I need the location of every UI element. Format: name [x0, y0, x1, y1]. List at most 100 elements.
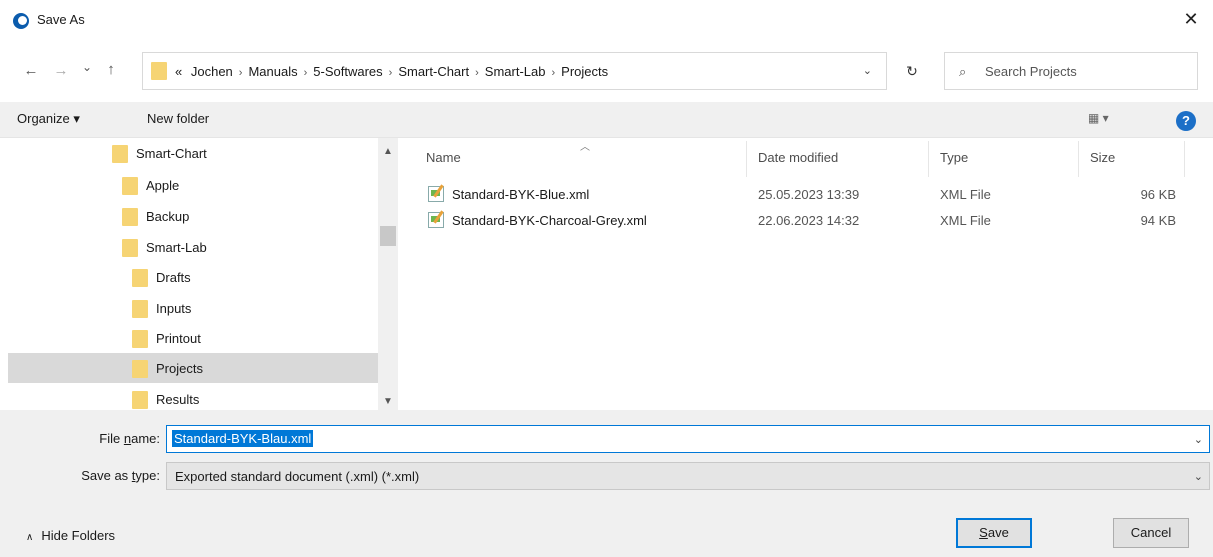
folder-icon [122, 177, 138, 195]
cancel-button[interactable]: Cancel [1113, 518, 1189, 548]
breadcrumb-item[interactable]: Manuals [248, 64, 297, 79]
save-button[interactable]: Save [956, 518, 1032, 548]
tree-item-smart-lab[interactable]: Smart-Lab [8, 232, 378, 262]
breadcrumb-item[interactable]: Jochen [191, 64, 233, 79]
view-options-icon[interactable]: ▦ ▾ [1088, 111, 1109, 125]
file-type: XML File [940, 187, 991, 202]
xml-file-icon [428, 186, 444, 202]
tree-item-drafts[interactable]: Drafts [8, 262, 378, 292]
save-type-label: Save as type: [81, 468, 160, 483]
forward-icon[interactable]: → [52, 62, 70, 79]
file-name-value: Standard-BYK-Blau.xml [172, 430, 314, 447]
refresh-icon[interactable]: ↻ [893, 52, 931, 90]
help-icon[interactable]: ? [1176, 111, 1196, 131]
file-name: Standard-BYK-Charcoal-Grey.xml [452, 213, 647, 228]
toolbar: Organize ▾ New folder ▦ ▾ ? [0, 102, 1213, 138]
column-divider[interactable] [928, 141, 929, 177]
tree-item-label: Backup [146, 209, 190, 224]
chevron-right-icon: › [303, 67, 308, 79]
new-folder-button[interactable]: New folder [147, 111, 209, 126]
chevron-right-icon: › [238, 67, 243, 79]
folder-tree: Smart-Chart Apple Backup Smart-Lab Draft… [8, 138, 378, 410]
tree-item-label: Apple [146, 178, 180, 193]
breadcrumb-item[interactable]: 5-Softwares [313, 64, 382, 79]
breadcrumb-item[interactable]: Projects [561, 64, 608, 79]
chevron-down-icon[interactable]: ⌄ [863, 64, 872, 77]
chevron-right-icon: › [475, 67, 479, 79]
scroll-up-icon[interactable]: ▲ [383, 146, 393, 157]
search-placeholder: Search Projects [985, 64, 1077, 79]
scroll-thumb[interactable] [380, 226, 396, 246]
save-panel: File name: Standard-BYK-Blau.xml ⌄ Save … [0, 410, 1213, 557]
file-row[interactable]: Standard-BYK-Charcoal-Grey.xml 22.06.202… [398, 208, 1213, 232]
chevron-down-icon[interactable]: ⌄ [1194, 433, 1203, 446]
tree-item-label: Smart-Lab [146, 240, 207, 255]
hide-folders-button[interactable]: ∧ Hide Folders [26, 528, 115, 543]
folder-icon [122, 208, 138, 226]
folder-icon [132, 360, 148, 378]
file-size: 96 KB [1140, 187, 1176, 202]
column-header-type[interactable]: Type [940, 150, 968, 165]
save-type-value: Exported standard document (.xml) (*.xml… [175, 469, 420, 484]
tree-item-printout[interactable]: Printout [8, 323, 378, 353]
tree-item-label: Smart-Chart [136, 146, 207, 161]
tree-item-results[interactable]: Results [8, 384, 378, 410]
column-header-size[interactable]: Size [1090, 150, 1115, 165]
folder-icon [112, 145, 128, 163]
tree-item-label: Projects [156, 361, 203, 376]
tree-item-label: Inputs [156, 301, 192, 316]
save-type-select[interactable]: Exported standard document (.xml) (*.xml… [166, 462, 1210, 490]
chevron-right-icon: › [551, 67, 556, 79]
column-divider[interactable] [1078, 141, 1079, 177]
file-name: Standard-BYK-Blue.xml [452, 187, 590, 202]
tree-item-backup[interactable]: Backup [8, 201, 378, 231]
file-name-input[interactable]: Standard-BYK-Blau.xml ⌄ [166, 425, 1210, 453]
file-date: 25.05.2023 13:39 [758, 187, 860, 202]
organize-button[interactable]: Organize ▾ [17, 111, 80, 127]
close-icon[interactable]: ✕ [1179, 8, 1203, 32]
file-type: XML File [940, 213, 991, 228]
tree-item-inputs[interactable]: Inputs [8, 293, 378, 323]
file-date: 22.06.2023 14:32 [758, 213, 860, 228]
folder-icon [151, 62, 167, 80]
folder-icon [132, 330, 148, 348]
column-divider[interactable] [746, 141, 747, 177]
file-name-label: File name: [99, 431, 160, 446]
folder-icon [132, 391, 148, 409]
search-icon: ⌕ [959, 64, 967, 79]
sort-ascending-icon: ︿ [580, 142, 590, 153]
tree-item-smart-chart[interactable]: Smart-Chart [8, 138, 378, 168]
file-row[interactable]: Standard-BYK-Blue.xml 25.05.2023 13:39 X… [398, 182, 1213, 206]
chevron-up-icon: ∧ [26, 532, 34, 543]
search-input[interactable]: ⌕ Search Projects [944, 52, 1198, 90]
column-divider[interactable] [1184, 141, 1185, 177]
file-size: 94 KB [1140, 213, 1176, 228]
tree-item-label: Printout [156, 331, 201, 346]
folder-icon [132, 300, 148, 318]
window-title: Save As [37, 12, 85, 27]
tree-item-label: Drafts [156, 270, 191, 285]
up-icon[interactable]: ↑ [102, 61, 120, 78]
breadcrumb-overflow[interactable]: « [175, 64, 182, 79]
tree-item-apple[interactable]: Apple [8, 170, 378, 200]
tree-item-projects[interactable]: Projects [8, 353, 378, 383]
tree-scrollbar[interactable]: ▲ ▼ [378, 138, 398, 410]
back-icon[interactable]: ← [22, 62, 40, 79]
tree-item-label: Results [156, 392, 200, 407]
title-bar: Save As ✕ [0, 0, 1213, 40]
column-header-name[interactable]: Name [426, 150, 461, 165]
xml-file-icon [428, 212, 444, 228]
breadcrumb-item[interactable]: Smart-Chart [398, 64, 469, 79]
file-list: ︿ Name Date modified Type Size Standard-… [398, 138, 1213, 410]
breadcrumb-item[interactable]: Smart-Lab [485, 64, 546, 79]
app-icon [13, 13, 29, 29]
column-header-date[interactable]: Date modified [758, 150, 838, 165]
hide-folders-label: Hide Folders [41, 528, 116, 543]
breadcrumb: « Jochen › Manuals › 5-Softwares › Smart-Chart… [175, 64, 608, 79]
folder-icon [122, 239, 138, 257]
chevron-right-icon: › [388, 67, 393, 79]
chevron-down-icon[interactable]: ⌄ [1194, 470, 1203, 483]
recent-locations-icon[interactable]: ⌄ [78, 60, 96, 74]
scroll-down-icon[interactable]: ▼ [383, 396, 393, 407]
address-bar[interactable]: « Jochen › Manuals › 5-Softwares › Smart-Chart… [142, 52, 887, 90]
